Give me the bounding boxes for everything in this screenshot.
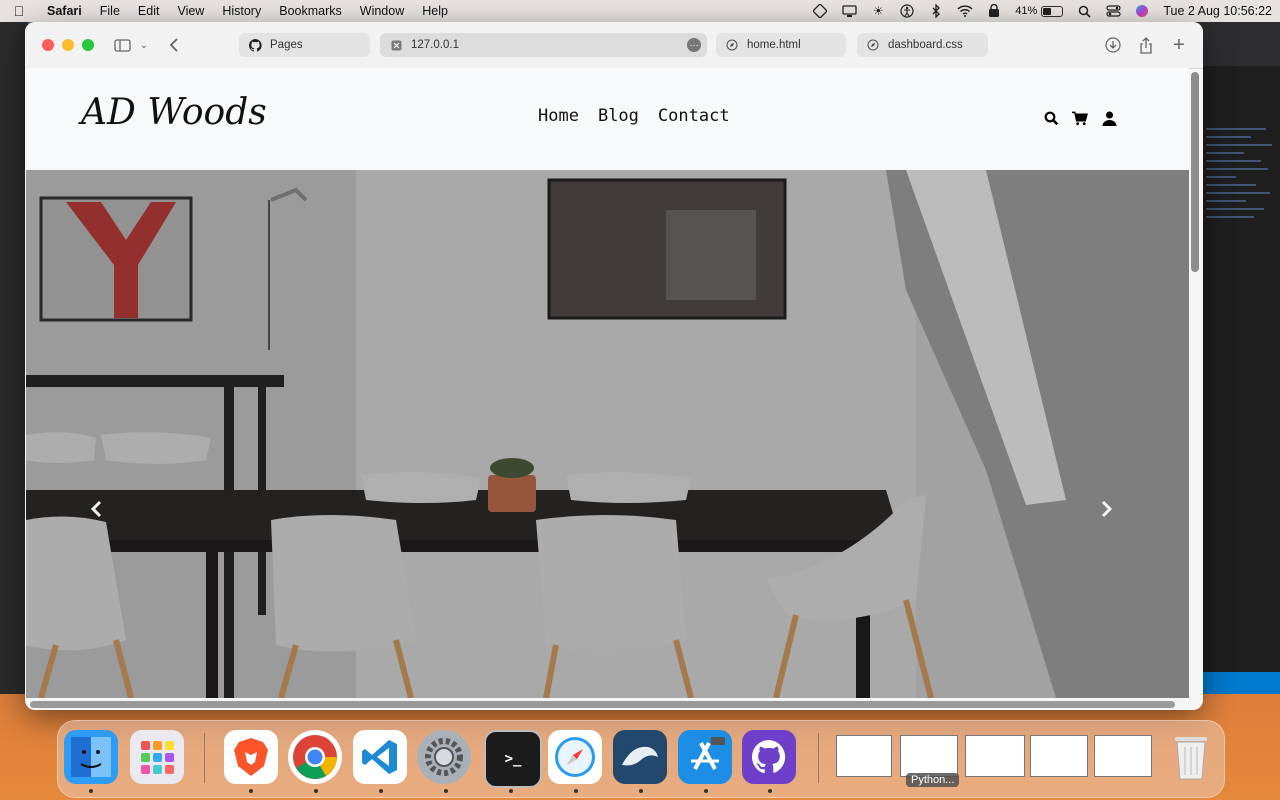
downloads-icon[interactable] (1104, 35, 1122, 55)
battery-icon (1041, 5, 1064, 17)
carousel-prev-button[interactable] (90, 500, 110, 524)
wifi-icon[interactable] (957, 4, 973, 18)
new-tab-icon[interactable]: + (1170, 34, 1188, 56)
window-controls (42, 39, 94, 51)
menu-window[interactable]: Window (351, 4, 413, 18)
menu-app-name[interactable]: Safari (38, 4, 91, 18)
tab-label: home.html (747, 39, 801, 51)
dock-vscode[interactable] (353, 730, 407, 784)
background-editor-window (1195, 22, 1280, 694)
chevron-down-icon[interactable]: ⌄ (138, 35, 150, 55)
share-icon[interactable] (1137, 35, 1155, 55)
dock: >_ Python... (57, 720, 1225, 798)
main-nav: Home Blog Contact (538, 106, 730, 126)
menu-file[interactable]: File (91, 4, 129, 18)
dock-safari[interactable] (548, 730, 602, 784)
hero-carousel (26, 170, 1189, 698)
control-center-icon[interactable] (1105, 4, 1121, 18)
minimized-window-thumbnail[interactable] (836, 735, 892, 777)
horizontal-scrollbar[interactable] (30, 701, 1175, 708)
vertical-scrollbar[interactable] (1191, 72, 1199, 272)
bluetooth-icon[interactable] (928, 4, 944, 18)
safari-window: ⌄ Pages 127.0.0.1 ⋯ home.html dashboard.… (25, 22, 1203, 710)
window-zoom-button[interactable] (82, 39, 94, 51)
chevron-right-icon (1101, 500, 1113, 518)
browser-toolbar: ⌄ Pages 127.0.0.1 ⋯ home.html dashboard.… (25, 22, 1203, 69)
menu-edit[interactable]: Edit (129, 4, 169, 18)
dock-terminal[interactable]: >_ (484, 730, 542, 788)
minimized-window-thumbnail[interactable] (1030, 735, 1088, 777)
dock-chrome[interactable] (288, 730, 342, 784)
close-icon[interactable] (389, 38, 403, 52)
page-menu-icon[interactable]: ⋯ (687, 38, 701, 52)
gpu-icon[interactable] (812, 4, 828, 18)
menu-view[interactable]: View (168, 4, 213, 18)
dock-github-desktop[interactable] (742, 730, 796, 784)
menu-help[interactable]: Help (413, 4, 457, 18)
tab-localhost[interactable]: 127.0.0.1 ⋯ (380, 33, 707, 57)
user-icon[interactable] (1101, 110, 1117, 126)
nav-contact[interactable]: Contact (658, 106, 730, 126)
tab-home-html[interactable]: home.html (716, 33, 846, 57)
url-label[interactable]: 127.0.0.1 (411, 39, 459, 51)
tab-label: dashboard.css (888, 39, 963, 51)
menu-bookmarks[interactable]: Bookmarks (270, 4, 351, 18)
dock-mysql-workbench[interactable] (613, 730, 667, 784)
background-window-left (0, 22, 28, 694)
tab-pages[interactable]: Pages (239, 33, 370, 57)
chevron-left-icon (90, 500, 102, 518)
dock-trash[interactable] (1164, 730, 1218, 784)
carousel-next-button[interactable] (1101, 500, 1121, 524)
compass-icon (866, 38, 880, 52)
dock-launchpad[interactable] (130, 730, 184, 784)
dock-brave[interactable] (224, 730, 278, 784)
minimized-window-thumbnail[interactable] (1094, 735, 1152, 777)
window-close-button[interactable] (42, 39, 54, 51)
web-page: AD Woods Home Blog Contact (26, 68, 1189, 698)
window-minimize-button[interactable] (62, 39, 74, 51)
brightness-icon[interactable]: ☀ (870, 4, 886, 18)
menu-bar:  Safari File Edit View History Bookmark… (0, 0, 1280, 22)
dock-xcode-beta[interactable] (678, 730, 732, 784)
menubar-clock[interactable]: Tue 2 Aug 10:56:22 (1163, 4, 1272, 18)
dock-system-preferences[interactable] (417, 730, 471, 784)
back-button[interactable] (165, 35, 181, 55)
header-actions (1043, 110, 1117, 126)
accessibility-icon[interactable] (899, 4, 915, 18)
minimized-window-thumbnail[interactable] (900, 735, 958, 777)
site-logo[interactable]: AD Woods (81, 92, 267, 133)
battery-percent: 41% (1015, 5, 1038, 17)
spotlight-icon[interactable] (1076, 4, 1092, 18)
siri-icon[interactable] (1134, 4, 1150, 18)
cart-icon[interactable] (1072, 110, 1088, 126)
sidebar-toggle-icon[interactable] (112, 35, 132, 55)
hero-image (26, 170, 1189, 698)
tab-label: Pages (270, 39, 303, 51)
nav-blog[interactable]: Blog (598, 106, 639, 126)
menu-history[interactable]: History (213, 4, 270, 18)
lock-icon[interactable] (986, 4, 1002, 18)
nav-home[interactable]: Home (538, 106, 579, 126)
search-icon[interactable] (1043, 110, 1059, 126)
thumbnail-label: Python... (906, 773, 960, 787)
dock-finder[interactable] (64, 730, 118, 784)
github-icon (248, 38, 262, 52)
apple-menu-icon[interactable]:  (0, 3, 38, 19)
site-header: AD Woods Home Blog Contact (26, 68, 1189, 170)
display-icon[interactable] (841, 4, 857, 18)
minimized-window-thumbnail[interactable] (965, 735, 1025, 777)
tab-dashboard-css[interactable]: dashboard.css (857, 33, 988, 57)
battery-indicator[interactable]: 41% (1015, 5, 1064, 17)
compass-icon (725, 38, 739, 52)
